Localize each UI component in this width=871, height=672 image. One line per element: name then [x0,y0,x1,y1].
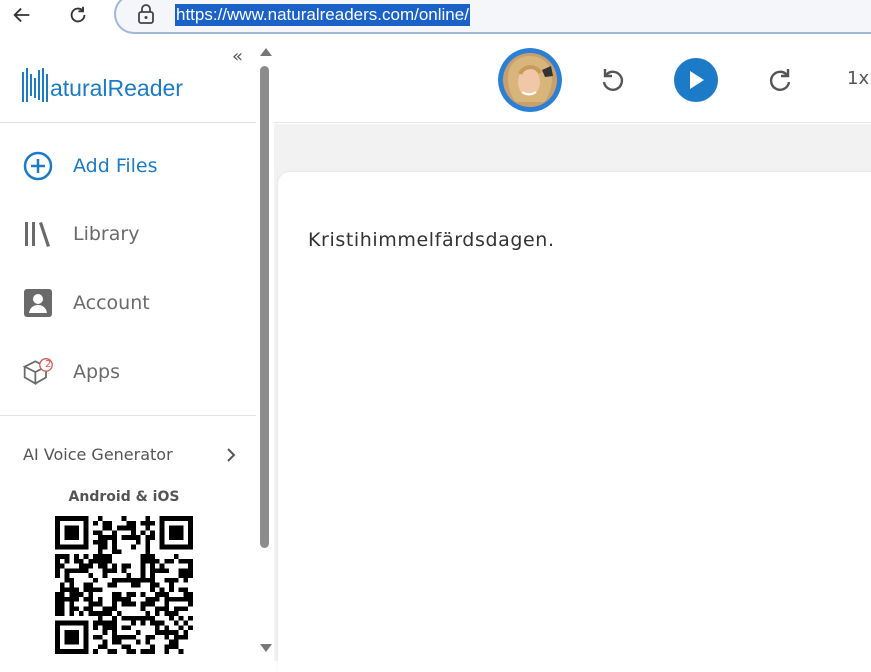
reload-button[interactable] [60,0,96,30]
library-icon [22,218,54,250]
rewind-icon [602,69,624,91]
add-circle-icon [22,150,54,182]
scroll-thumb[interactable] [260,66,269,548]
ai-voice-generator-link[interactable]: AI Voice Generator [23,443,243,467]
logo-text: aturalReader [50,75,183,101]
chevron-right-icon [227,448,236,462]
naturalreader-logo[interactable]: aturalReader [22,62,183,102]
player-toolbar: 1x [274,38,871,123]
back-arrow-icon [13,7,30,23]
collapse-sidebar-button[interactable]: « [232,46,243,67]
rewind-button[interactable] [592,60,632,100]
document-text[interactable]: Kristihimmelfärdsdagen. [308,229,555,251]
sidebar-item-account[interactable]: Account [0,279,256,327]
android-ios-label: Android & iOS [68,489,180,505]
sidebar-item-label: Add Files [73,155,158,177]
url-text[interactable]: https://www.naturalreaders.com/online/ [175,4,470,26]
sidebar-divider [0,122,256,123]
sidebar-item-add-files[interactable]: Add Files [0,142,256,190]
lock-icon [138,4,154,24]
scroll-up-arrow-icon[interactable] [260,48,272,56]
sidebar-item-label: Library [73,223,140,245]
app-download-qr-code [55,516,193,654]
sidebar-item-library[interactable]: Library [0,210,256,258]
sidebar-item-label: Account [73,292,150,314]
forward-icon [769,69,791,91]
sidebar-item-apps[interactable]: 2 Apps [0,348,256,396]
account-icon [22,287,54,319]
forward-button[interactable] [761,60,801,100]
sidebar-item-label: Apps [73,361,121,383]
logo-n-bars-icon [22,68,48,102]
apps-badge: 2 [45,359,52,370]
browser-toolbar: https://www.naturalreaders.com/online/ [0,0,871,36]
scroll-down-arrow-icon[interactable] [260,644,272,652]
sidebar-scrollbar[interactable] [256,38,274,661]
back-button[interactable] [4,0,40,30]
play-button[interactable] [674,58,718,102]
play-icon [690,71,704,89]
playback-speed-button[interactable]: 1x [847,68,869,89]
ai-voice-generator-label: AI Voice Generator [23,445,173,464]
sidebar-divider [0,415,256,416]
sidebar: « aturalReader Add Files Library Account [0,38,256,661]
voice-avatar[interactable] [498,48,562,112]
reload-icon [70,6,86,23]
